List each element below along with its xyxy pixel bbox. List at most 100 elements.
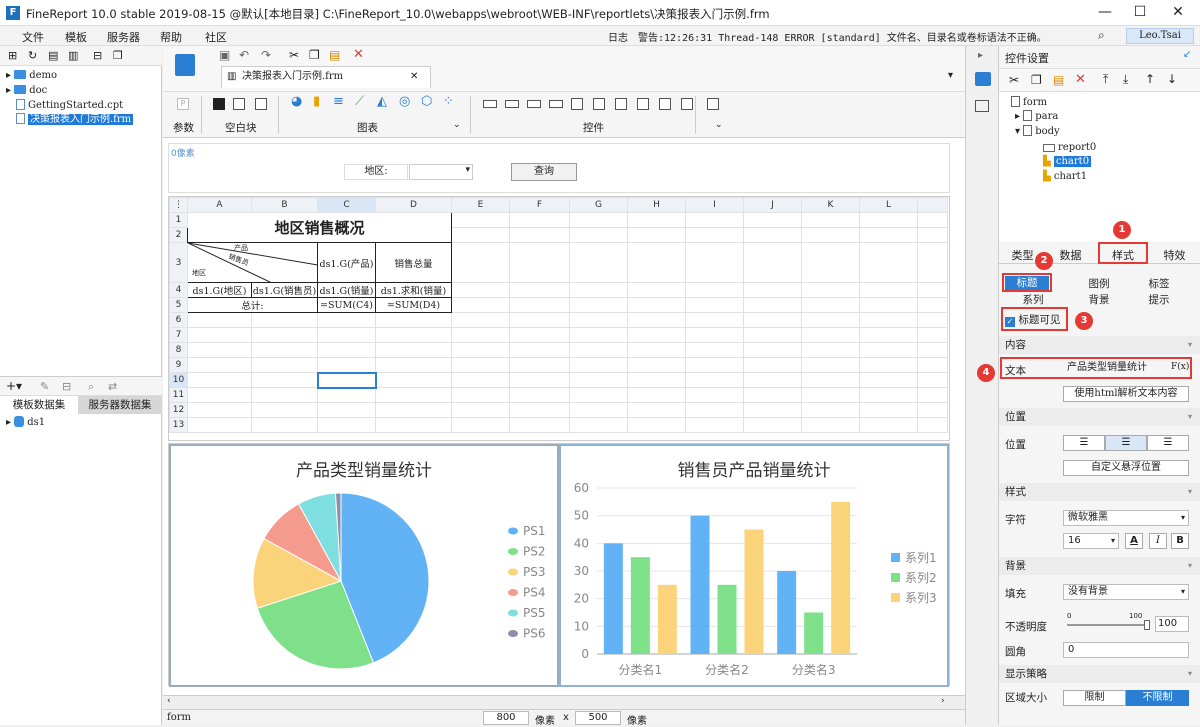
refresh-icon[interactable]: ↻ xyxy=(28,49,37,62)
cell-c3[interactable]: ds1.G(产品) xyxy=(317,242,376,283)
search-icon[interactable]: ⌕ xyxy=(1098,28,1105,43)
font-family-select[interactable]: 微软雅黑 ▾ xyxy=(1063,510,1189,526)
save-icon[interactable]: ▣ xyxy=(219,48,230,62)
tab-effect[interactable]: 特效 xyxy=(1157,247,1192,263)
bold-button[interactable]: B xyxy=(1171,533,1189,549)
search-widget-icon[interactable] xyxy=(707,98,719,110)
menu-community[interactable]: 社区 xyxy=(205,29,227,45)
row-header[interactable]: 4 xyxy=(169,282,188,298)
param-panel[interactable]: 0像素 地区: ▾ 查询 xyxy=(168,143,950,193)
bar-1-1[interactable] xyxy=(603,543,623,654)
col-header[interactable]: I xyxy=(685,197,744,213)
grid-block-icon[interactable] xyxy=(255,98,267,110)
row-header[interactable]: 13 xyxy=(169,417,188,433)
component-library-icon[interactable] xyxy=(975,100,989,112)
subtab-legend[interactable]: 图例 xyxy=(1079,276,1119,291)
opacity-input[interactable]: 100 xyxy=(1155,616,1189,632)
delete-icon[interactable]: ✕ xyxy=(1075,72,1086,87)
align-right-button[interactable]: ☰ xyxy=(1147,435,1189,451)
pin-icon[interactable]: ↙ xyxy=(1183,49,1191,60)
close-tab-icon[interactable]: ✕ xyxy=(410,67,418,87)
number-icon[interactable] xyxy=(615,98,627,110)
open-icon[interactable]: ▤ xyxy=(48,49,58,62)
copy-icon[interactable]: ❐ xyxy=(1031,73,1042,87)
menu-file[interactable]: 文件 xyxy=(22,29,44,45)
subtab-background[interactable]: 背景 xyxy=(1079,292,1119,307)
scatter-chart-icon[interactable]: ⁘ xyxy=(443,94,454,109)
radio-group-icon[interactable] xyxy=(637,98,649,110)
section-display[interactable]: 显示策略 ▾ xyxy=(999,665,1200,683)
checkbox-group-icon[interactable] xyxy=(659,98,671,110)
tab-data[interactable]: 数据 xyxy=(1053,247,1088,263)
button-widget-icon[interactable] xyxy=(527,100,541,108)
collapse-icon[interactable]: ▸ xyxy=(978,50,983,61)
height-input[interactable]: 500 xyxy=(575,711,621,725)
col-header[interactable]: J xyxy=(743,197,802,213)
scroll-right-icon[interactable]: › xyxy=(941,696,945,706)
blank-block-icon[interactable] xyxy=(213,98,225,110)
menu-template[interactable]: 模板 xyxy=(65,29,87,45)
row-header[interactable]: 2 xyxy=(169,227,188,243)
html-parse-button[interactable]: 使用html解析文本内容 xyxy=(1063,386,1189,402)
opacity-slider[interactable] xyxy=(1067,624,1147,626)
tab-block-icon[interactable] xyxy=(233,98,245,110)
hbar-chart-icon[interactable]: ≡ xyxy=(333,94,344,109)
section-content[interactable]: 内容 ▾ xyxy=(999,336,1200,354)
tree-node-report0[interactable]: report0 xyxy=(1043,141,1096,155)
row-header[interactable]: 10 xyxy=(169,372,188,388)
legend-label[interactable]: 系列3 xyxy=(905,591,937,605)
col-header[interactable]: C xyxy=(317,197,376,213)
bar-2-2[interactable] xyxy=(717,584,737,654)
limit-button[interactable]: 限制 xyxy=(1063,690,1126,706)
trash-icon[interactable]: ⊟ xyxy=(93,49,102,62)
width-input[interactable]: 800 xyxy=(483,711,529,725)
bar-3-3[interactable] xyxy=(831,501,851,654)
new-folder-icon[interactable]: ⊞ xyxy=(8,49,17,62)
cut-icon[interactable]: ✂ xyxy=(1009,73,1019,87)
row-header[interactable]: 8 xyxy=(169,342,188,358)
col-header[interactable]: F xyxy=(509,197,570,213)
chart0[interactable]: 产品类型销量统计 PS1 PS2 PS3 PS4 PS5 PS6 xyxy=(169,444,559,687)
query-button[interactable]: 查询 xyxy=(511,163,577,181)
legend-label[interactable]: PS4 xyxy=(523,586,546,600)
cell-c5[interactable]: =SUM(C4) xyxy=(317,297,376,313)
no-limit-button[interactable]: 不限制 xyxy=(1126,690,1189,706)
param-icon[interactable]: P xyxy=(177,98,189,110)
col-header[interactable]: D xyxy=(375,197,452,213)
col-header[interactable]: B xyxy=(251,197,318,213)
section-style[interactable]: 样式 ▾ xyxy=(999,483,1200,501)
chevron-down-icon[interactable]: ⌄ xyxy=(715,120,723,130)
delete-icon[interactable]: ▥ xyxy=(68,49,78,62)
bar-1-2[interactable] xyxy=(630,557,650,654)
slash-header-cell[interactable]: 产品 销售员 地区 xyxy=(187,242,318,283)
menu-server[interactable]: 服务器 xyxy=(107,29,140,45)
cell-c4[interactable]: ds1.G(销量) xyxy=(317,282,376,298)
move-bottom-icon[interactable]: ⤓ xyxy=(1123,72,1128,87)
file-tab[interactable]: ▥ 决策报表入门示例.frm ✕ xyxy=(221,66,431,88)
tab-menu-icon[interactable]: ▾ xyxy=(948,70,953,81)
row-header[interactable]: 1 xyxy=(169,212,188,228)
region-combobox[interactable]: ▾ xyxy=(409,164,473,180)
cell-a4[interactable]: ds1.G(地区) xyxy=(187,282,252,298)
subtab-label[interactable]: 标签 xyxy=(1139,276,1179,291)
trash-icon[interactable]: ⊟ xyxy=(62,380,71,393)
tree-item-doc[interactable]: ▸ doc xyxy=(6,84,47,98)
section-position[interactable]: 位置 ▾ xyxy=(999,408,1200,426)
tree-item-gettingstarted[interactable]: GettingStarted.cpt xyxy=(16,99,123,113)
tree-item-demo[interactable]: ▸ demo xyxy=(6,69,57,83)
area-chart-icon[interactable]: ◭ xyxy=(377,94,387,109)
move-up-icon[interactable]: ↑ xyxy=(1145,72,1155,86)
cut-icon[interactable]: ✂ xyxy=(289,48,299,62)
align-center-button[interactable]: ☰ xyxy=(1105,435,1147,451)
tab-template-dataset[interactable]: 模板数据集 xyxy=(0,396,78,414)
legend-label[interactable]: PS1 xyxy=(523,524,546,538)
subtab-series[interactable]: 系列 xyxy=(1013,292,1053,307)
tree-node-chart0[interactable]: ▙ chart0 xyxy=(1043,155,1092,169)
calendar-icon[interactable] xyxy=(593,98,605,110)
label-icon[interactable] xyxy=(505,100,519,108)
log-button[interactable]: 日志 xyxy=(608,29,628,44)
row-header[interactable]: 5 xyxy=(169,297,188,313)
subtab-tooltip[interactable]: 提示 xyxy=(1139,292,1179,307)
fill-select[interactable]: 没有背景 ▾ xyxy=(1063,584,1189,600)
report-grid[interactable]: ⋮ A B C D E F G H I J K L 1 地区销售概况 2 3 产… xyxy=(168,196,950,441)
